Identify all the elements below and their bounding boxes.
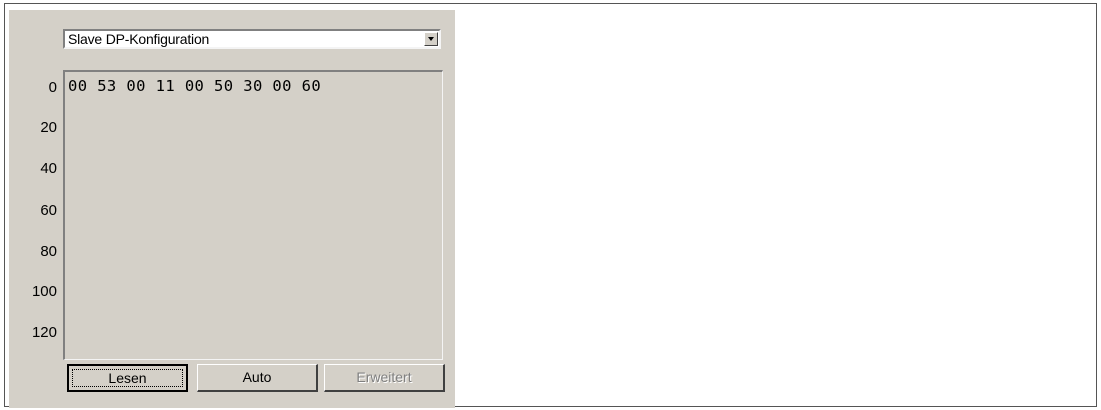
config-type-dropdown[interactable]: Slave DP-Konfiguration bbox=[63, 29, 441, 49]
hex-byte: 53 bbox=[97, 77, 117, 95]
hex-data-row: 00 53 00 11 00 50 30 00 60 bbox=[68, 77, 321, 95]
hex-byte: 00 bbox=[184, 77, 205, 95]
row-offset-label: 0 bbox=[48, 79, 57, 96]
config-type-selected-value: Slave DP-Konfiguration bbox=[68, 31, 210, 47]
hex-byte: 11 bbox=[155, 77, 176, 95]
row-offset-label: 80 bbox=[40, 243, 57, 260]
extended-button-label: Erweitert bbox=[356, 369, 412, 385]
row-offset-label: 100 bbox=[31, 283, 57, 300]
chevron-down-icon[interactable] bbox=[424, 32, 438, 46]
hex-byte: 00 bbox=[272, 77, 292, 95]
hex-data-area[interactable]: 00 53 00 11 00 50 30 00 60 bbox=[63, 70, 443, 360]
row-offset-label: 60 bbox=[40, 202, 57, 219]
hex-byte: 00 bbox=[126, 77, 146, 95]
row-offset-label: 20 bbox=[40, 119, 57, 136]
hex-byte: 30 bbox=[243, 77, 263, 95]
hex-byte: 60 bbox=[301, 77, 322, 95]
read-button[interactable]: Lesen bbox=[67, 364, 188, 392]
hex-byte: 00 bbox=[68, 77, 88, 95]
extended-button[interactable]: Erweitert bbox=[324, 364, 445, 392]
hex-byte: 50 bbox=[214, 77, 234, 95]
auto-button-label: Auto bbox=[242, 369, 272, 385]
auto-button[interactable]: Auto bbox=[197, 364, 318, 392]
row-offset-label: 40 bbox=[40, 160, 57, 177]
dp-config-panel: Slave DP-Konfiguration 0 20 40 60 80 100… bbox=[9, 10, 455, 408]
row-offset-label: 120 bbox=[31, 324, 57, 341]
read-button-label: Lesen bbox=[108, 370, 147, 386]
